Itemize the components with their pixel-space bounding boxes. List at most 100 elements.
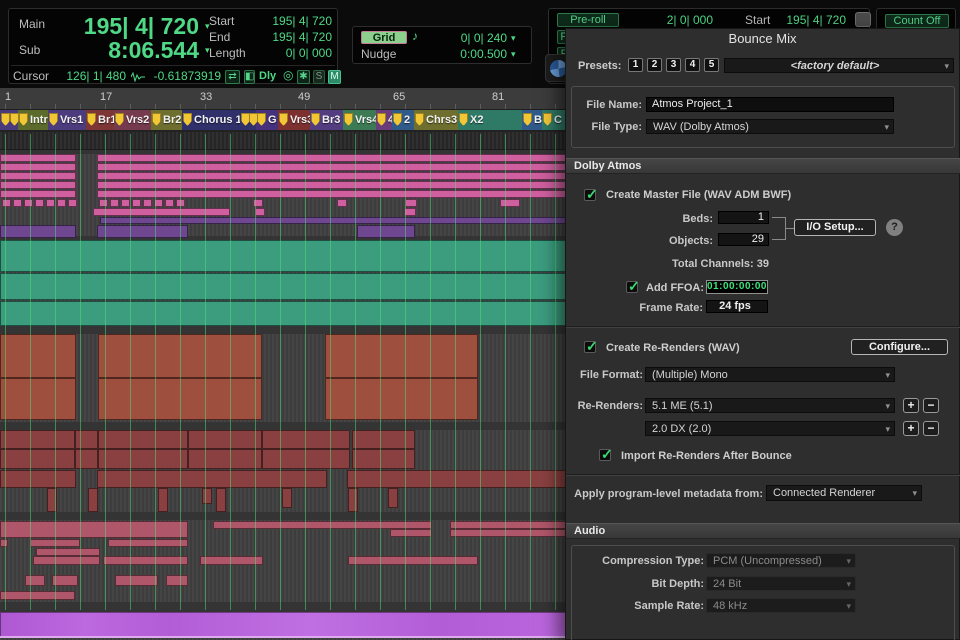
region-clip[interactable]	[213, 521, 432, 529]
region-clip[interactable]	[357, 225, 415, 238]
region-clip[interactable]	[0, 470, 76, 488]
region-clip[interactable]	[450, 521, 566, 529]
region-clip[interactable]	[255, 208, 265, 216]
region-clip[interactable]	[110, 199, 119, 207]
region-clip[interactable]	[75, 449, 98, 469]
beds-field[interactable]: 1	[718, 211, 769, 224]
link-timeline-edit-icon[interactable]: ⇄	[225, 70, 240, 84]
region-clip[interactable]	[450, 529, 566, 537]
mute-button[interactable]: M	[328, 70, 341, 84]
sel-start-value[interactable]: 195| 4| 720	[252, 14, 332, 28]
region-clip[interactable]	[0, 378, 76, 420]
region-clip[interactable]	[36, 548, 100, 556]
region-clip[interactable]	[99, 199, 108, 207]
frame-rate-field[interactable]: 24 fps	[706, 300, 768, 313]
region-clip[interactable]	[0, 225, 76, 238]
io-setup-button[interactable]: I/O Setup...	[794, 219, 876, 236]
region-clip[interactable]	[108, 539, 188, 547]
markers-ruler[interactable]: IntroVrs1Br1Vrs2Br2Chorus 1GVrs3Br3Vrs44…	[0, 110, 566, 132]
help-button[interactable]: ?	[886, 219, 903, 236]
preset-4-button[interactable]: 4	[685, 58, 700, 72]
remove-rerender-button[interactable]: −	[923, 421, 939, 436]
region-clip[interactable]	[500, 199, 520, 207]
region-clip[interactable]	[0, 172, 76, 180]
region-clip[interactable]	[88, 488, 98, 512]
region-clip[interactable]	[165, 199, 174, 207]
link-track-edit-icon[interactable]: ◧	[244, 70, 255, 84]
region-clip[interactable]	[0, 301, 566, 326]
ffoa-timecode-field[interactable]: 01:00:00:00	[706, 280, 768, 294]
region-clip[interactable]	[93, 208, 230, 216]
create-master-checkbox[interactable]: ✓	[584, 186, 598, 202]
region-clip[interactable]	[0, 240, 566, 272]
preset-2-button[interactable]: 2	[647, 58, 662, 72]
region-clip[interactable]	[262, 449, 350, 469]
create-rerenders-checkbox[interactable]: ✓	[584, 338, 598, 354]
region-clip[interactable]	[121, 199, 130, 207]
region-clip[interactable]	[132, 199, 141, 207]
region-clip[interactable]	[143, 199, 152, 207]
bars-ruler[interactable]: 1 17 33 49 65 81	[0, 88, 566, 110]
region-clip[interactable]	[0, 190, 76, 198]
region-clip[interactable]	[98, 449, 188, 469]
region-clip[interactable]	[98, 430, 188, 449]
region-clip[interactable]	[0, 612, 566, 638]
count-off-button[interactable]: Count Off	[885, 14, 949, 28]
region-clip[interactable]	[97, 181, 566, 189]
region-clip[interactable]	[390, 529, 432, 537]
region-clip[interactable]	[35, 199, 44, 207]
preset-select[interactable]: <factory default> ▾	[724, 58, 954, 73]
preroll-value[interactable]: 2| 0| 000	[633, 13, 713, 27]
region-clip[interactable]	[0, 163, 76, 171]
shrunk-track[interactable]	[0, 132, 566, 150]
region-clip[interactable]	[188, 430, 262, 449]
region-clip[interactable]	[100, 217, 566, 224]
region-clip[interactable]	[0, 334, 76, 378]
sel-length-value[interactable]: 0| 0| 000	[252, 46, 332, 60]
region-clip[interactable]	[57, 199, 66, 207]
import-rerenders-checkbox[interactable]: ✓	[599, 446, 613, 462]
metadata-select[interactable]: Connected Renderer ▾	[766, 485, 922, 501]
rerender-1-select[interactable]: 5.1 ME (5.1) ▾	[645, 398, 895, 413]
objects-field[interactable]: 29	[718, 233, 769, 246]
region-clip[interactable]	[202, 488, 212, 504]
file-name-input[interactable]: Atmos Project_1	[646, 97, 894, 112]
region-clip[interactable]	[25, 575, 45, 586]
region-clip[interactable]	[0, 539, 8, 547]
region-clip[interactable]	[103, 556, 188, 565]
region-clip[interactable]	[388, 488, 398, 508]
file-format-select[interactable]: (Multiple) Mono ▾	[645, 367, 895, 382]
add-ffoa-checkbox[interactable]: ✓	[626, 278, 640, 294]
add-rerender-button[interactable]: +	[903, 421, 919, 436]
configure-button[interactable]: Configure...	[851, 339, 948, 355]
region-clip[interactable]	[97, 163, 566, 171]
region-clip[interactable]	[405, 199, 417, 207]
delay-indicator[interactable]: Dly	[259, 70, 276, 82]
region-clip[interactable]	[0, 521, 188, 538]
region-clip[interactable]	[0, 591, 75, 600]
region-clip[interactable]	[337, 199, 347, 207]
main-counter[interactable]: 195| 4| 720	[79, 13, 199, 40]
region-clip[interactable]	[0, 273, 566, 300]
region-clip[interactable]	[348, 488, 358, 512]
region-clip[interactable]	[97, 172, 566, 180]
region-clip[interactable]	[216, 488, 226, 512]
add-rerender-button[interactable]: +	[903, 398, 919, 413]
region-clip[interactable]	[13, 199, 22, 207]
mirrored-midi-icon[interactable]: ✱	[297, 70, 310, 84]
preroll-button[interactable]: Pre-roll	[557, 13, 619, 27]
region-clip[interactable]	[46, 199, 55, 207]
region-clip[interactable]	[97, 470, 327, 488]
transport-small-button[interactable]	[855, 12, 871, 27]
nudge-value[interactable]: 0:00.500	[417, 47, 507, 61]
region-clip[interactable]	[97, 190, 566, 198]
region-clip[interactable]	[97, 225, 188, 238]
sub-counter[interactable]: 8:06.544	[79, 37, 199, 64]
marker-segment[interactable]	[488, 110, 522, 130]
chevron-down-icon[interactable]: ▾	[511, 49, 516, 60]
region-clip[interactable]	[348, 556, 478, 565]
start-value[interactable]: 195| 4| 720	[771, 13, 846, 27]
preset-3-button[interactable]: 3	[666, 58, 681, 72]
region-clip[interactable]	[97, 154, 566, 162]
region-clip[interactable]	[115, 575, 158, 586]
